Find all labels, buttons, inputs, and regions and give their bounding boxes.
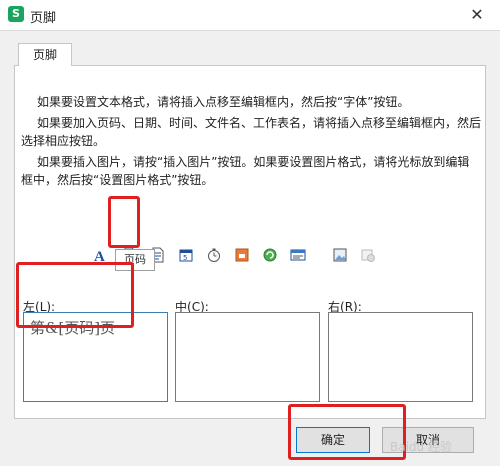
format-picture-button[interactable] xyxy=(357,244,379,266)
date-button[interactable]: 5 xyxy=(175,244,197,266)
title-bar: S 页脚 ✕ xyxy=(0,0,500,30)
close-icon[interactable]: ✕ xyxy=(466,4,488,26)
wps-app-icon: S xyxy=(8,6,24,22)
highlight-left-section xyxy=(16,262,134,328)
highlight-page-number-button xyxy=(108,196,140,248)
sheet-name-button[interactable] xyxy=(287,244,309,266)
time-icon xyxy=(208,248,220,262)
font-icon: A xyxy=(94,249,105,263)
instruction-fields: 如果要加入页码、日期、时间、文件名、工作表名，请将插入点移至编辑框内，然后选择相… xyxy=(21,116,482,148)
center-section-editbox[interactable] xyxy=(175,312,320,402)
window-title: 页脚 xyxy=(30,11,57,26)
highlight-ok-button xyxy=(288,404,406,460)
instruction-text-format: 如果要设置文本格式，请将插入点移至编辑框内，然后按“字体”按钮。 xyxy=(37,95,410,109)
dialog-body: 页脚 如果要设置文本格式，请将插入点移至编辑框内，然后按“字体”按钮。 如果要加… xyxy=(0,30,500,466)
svg-text:A: A xyxy=(94,249,105,263)
time-button[interactable] xyxy=(203,244,225,266)
file-path-button[interactable] xyxy=(231,244,253,266)
right-section-editbox[interactable] xyxy=(328,312,473,402)
svg-text:5: 5 xyxy=(183,254,187,262)
filename-icon xyxy=(263,248,277,262)
sheet-name-icon xyxy=(290,249,306,261)
instruction-picture: 如果要插入图片，请按“插入图片”按钮。如果要设置图片格式，请将光标放到编辑框中，… xyxy=(21,155,470,187)
filename-button[interactable] xyxy=(259,244,281,266)
footer-panel: 如果要设置文本格式，请将插入点移至编辑框内，然后按“字体”按钮。 如果要加入页码… xyxy=(14,65,486,419)
insert-picture-icon xyxy=(333,248,347,262)
file-path-icon xyxy=(235,248,249,262)
insert-picture-button[interactable] xyxy=(329,244,351,266)
baidu-watermark: Baidu 经验 xyxy=(390,440,452,454)
instructions: 如果要设置文本格式，请将插入点移至编辑框内，然后按“字体”按钮。 如果要加入页码… xyxy=(21,93,481,192)
tab-footer[interactable]: 页脚 xyxy=(18,43,72,66)
date-icon: 5 xyxy=(179,249,193,262)
format-picture-icon xyxy=(361,249,375,262)
